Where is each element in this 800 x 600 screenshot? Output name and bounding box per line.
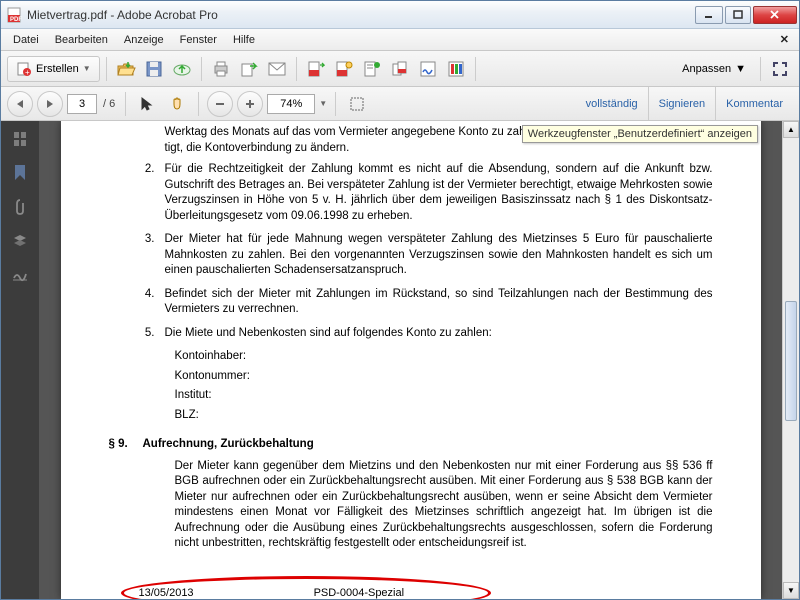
separator <box>201 57 202 81</box>
create-form-button[interactable] <box>359 56 385 82</box>
bank-details: Kontoinhaber: Kontonummer: Institut: BLZ… <box>175 349 713 423</box>
separator <box>125 92 126 116</box>
titlebar: PDF Mietvertrag.pdf - Adobe Acrobat Pro <box>1 1 799 29</box>
app-window: PDF Mietvertrag.pdf - Adobe Acrobat Pro … <box>0 0 800 600</box>
navigation-toolbar: / 6 ▼ vollständig Signieren Kommentar <box>1 87 799 121</box>
combine-button[interactable] <box>387 56 413 82</box>
close-button[interactable] <box>753 6 797 24</box>
create-button[interactable]: + Erstellen ▼ <box>7 56 100 82</box>
scroll-down-button[interactable]: ▼ <box>783 582 799 599</box>
next-page-button[interactable] <box>37 91 63 117</box>
menu-bearbeiten[interactable]: Bearbeiten <box>47 32 116 48</box>
thumbnails-icon[interactable] <box>10 129 30 149</box>
bookmarks-icon[interactable] <box>10 163 30 183</box>
right-links: vollständig Signieren Kommentar <box>576 87 793 120</box>
menu-datei[interactable]: Datei <box>5 32 47 48</box>
list-item: 4.Befindet sich der Mieter mit Zahlungen… <box>109 287 713 318</box>
window-controls <box>693 6 797 24</box>
zoom-dropdown-icon[interactable]: ▼ <box>319 99 327 108</box>
zoom-input[interactable] <box>267 94 315 114</box>
fullscreen-button[interactable] <box>767 56 793 82</box>
email-button[interactable] <box>264 56 290 82</box>
pdf-icon: PDF <box>7 7 23 23</box>
zoom-in-button[interactable] <box>237 91 263 117</box>
edit-pdf-button[interactable] <box>331 56 357 82</box>
list-item: 2.Für die Rechtzeitigkeit der Zahlung ko… <box>109 162 713 224</box>
separator <box>760 57 761 81</box>
menu-anzeige[interactable]: Anzeige <box>116 32 172 48</box>
export-pdf-button[interactable] <box>303 56 329 82</box>
vollstaendig-link[interactable]: vollständig <box>576 87 648 120</box>
list-item: 3.Der Mieter hat für jede Mahnung wegen … <box>109 232 713 279</box>
customize-button[interactable]: Anpassen ▼ <box>674 61 754 77</box>
page-number-input[interactable] <box>67 94 97 114</box>
vertical-scrollbar[interactable]: ▲ ▼ <box>782 121 799 599</box>
numbered-list: 2.Für die Rechtzeitigkeit der Zahlung ko… <box>109 162 713 341</box>
menubar: Datei Bearbeiten Anzeige Fenster Hilfe ✕ <box>1 29 799 51</box>
print-button[interactable] <box>208 56 234 82</box>
select-tool-button[interactable] <box>134 91 160 117</box>
separator <box>475 57 476 81</box>
svg-text:+: + <box>25 68 30 77</box>
create-icon: + <box>16 61 32 77</box>
nav-panel <box>1 121 39 599</box>
svg-text:PDF: PDF <box>10 17 22 23</box>
sign-button[interactable] <box>415 56 441 82</box>
window-title: Mietvertrag.pdf - Adobe Acrobat Pro <box>27 8 693 22</box>
tooltip: Werkzeugfenster „Benutzerdefiniert“ anze… <box>522 125 758 143</box>
menubar-close-icon[interactable]: ✕ <box>774 33 795 46</box>
menu-hilfe[interactable]: Hilfe <box>225 32 263 48</box>
customize-label: Anpassen <box>682 63 731 75</box>
kommentar-link[interactable]: Kommentar <box>715 87 793 120</box>
layers-icon[interactable] <box>10 231 30 251</box>
save-button[interactable] <box>141 56 167 82</box>
section-body: Der Mieter kann gegenüber dem Mietzins u… <box>175 459 713 552</box>
maximize-button[interactable] <box>725 6 751 24</box>
signatures-icon[interactable] <box>10 265 30 285</box>
attachments-icon[interactable] <box>10 197 30 217</box>
cloud-button[interactable] <box>169 56 195 82</box>
scroll-up-button[interactable]: ▲ <box>783 121 799 138</box>
minimize-button[interactable] <box>695 6 723 24</box>
page-total-label: / 6 <box>101 98 117 110</box>
scroll-thumb[interactable] <box>785 301 797 421</box>
hand-tool-button[interactable] <box>164 91 190 117</box>
marquee-zoom-button[interactable] <box>344 91 370 117</box>
separator <box>296 57 297 81</box>
create-label: Erstellen <box>36 63 79 75</box>
list-item: 5.Die Miete und Nebenkosten sind auf fol… <box>109 326 713 342</box>
content-area: Werkzeugfenster „Benutzerdefiniert“ anze… <box>1 121 799 599</box>
document-viewport[interactable]: Werkzeugfenster „Benutzerdefiniert“ anze… <box>39 121 782 599</box>
signieren-link[interactable]: Signieren <box>648 87 715 120</box>
zoom-out-button[interactable] <box>207 91 233 117</box>
pdf-page: Werktag des Monats auf das vom Vermieter… <box>61 121 761 599</box>
section-heading: § 9. Aufrechnung, Zurückbehaltung <box>109 437 713 453</box>
chevron-down-icon: ▼ <box>735 63 746 75</box>
primary-toolbar: + Erstellen ▼ Anpassen ▼ <box>1 51 799 87</box>
chevron-down-icon: ▼ <box>83 64 91 73</box>
footer-code: PSD-0004-Spezial <box>314 586 405 599</box>
separator <box>335 92 336 116</box>
prev-page-button[interactable] <box>7 91 33 117</box>
multimedia-button[interactable] <box>443 56 469 82</box>
open-button[interactable] <box>113 56 139 82</box>
separator <box>198 92 199 116</box>
share-button[interactable] <box>236 56 262 82</box>
menu-fenster[interactable]: Fenster <box>172 32 225 48</box>
page-footer: 13/05/2013 PSD-0004-Spezial <box>139 586 713 599</box>
separator <box>106 57 107 81</box>
footer-date: 13/05/2013 <box>139 586 194 599</box>
